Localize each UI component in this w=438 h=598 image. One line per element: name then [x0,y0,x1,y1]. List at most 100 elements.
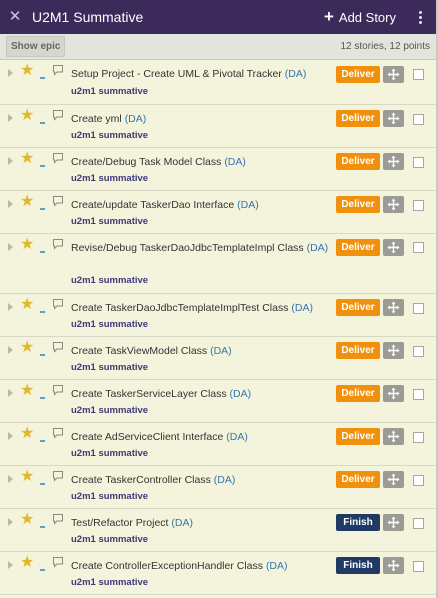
story-owner[interactable]: (DA) [291,302,313,314]
more-menu-icon[interactable] [412,0,428,34]
story-owner[interactable]: (DA) [285,68,307,80]
story-row[interactable]: ★ Create TaskerServiceLayer Class (DA) u2m… [0,380,436,423]
move-icon[interactable] [383,196,404,213]
story-row[interactable]: ★ Create/Debug Task Model Class (DA) u2m1 … [0,148,436,191]
story-title[interactable]: Setup Project - Create UML & Pivotal Tra… [71,66,331,82]
story-owner[interactable]: (DA) [224,156,246,168]
deliver-button[interactable]: Deliver [336,153,380,170]
select-checkbox[interactable] [413,389,424,400]
story-title[interactable]: Create TaskerServiceLayer Class (DA) [71,386,331,402]
expand-arrow-icon[interactable] [8,432,13,440]
story-label[interactable]: u2m1 summative [71,216,148,227]
story-owner[interactable]: (DA) [230,388,252,400]
expand-arrow-icon[interactable] [8,200,13,208]
expand-arrow-icon[interactable] [8,243,13,251]
story-row[interactable]: ★ Create yml (DA) u2m1 summative Deliver [0,105,436,148]
story-title[interactable]: Create ControllerExceptionHandler Class … [71,558,331,574]
story-label[interactable]: u2m1 summative [71,319,148,330]
expand-arrow-icon[interactable] [8,389,13,397]
deliver-button[interactable]: Deliver [336,196,380,213]
expand-arrow-icon[interactable] [8,346,13,354]
story-row[interactable]: ★ Create TaskerController Class (DA) u2m1 … [0,466,436,509]
select-checkbox[interactable] [413,69,424,80]
deliver-button[interactable]: Deliver [336,66,380,83]
select-checkbox[interactable] [413,518,424,529]
story-row[interactable]: ★ Create/update TaskerDao Interface (DA) u… [0,191,436,234]
select-checkbox[interactable] [413,432,424,443]
story-row[interactable]: ★ Setup Project - Create UML & Pivotal Tr… [0,60,436,105]
story-title[interactable]: Create TaskerController Class (DA) [71,472,331,488]
story-owner[interactable]: (DA) [210,345,232,357]
move-icon[interactable] [383,342,404,359]
expand-arrow-icon[interactable] [8,475,13,483]
story-label[interactable]: u2m1 summative [71,534,148,545]
story-title[interactable]: Create/Debug Task Model Class (DA) [71,154,331,170]
select-checkbox[interactable] [413,346,424,357]
story-label[interactable]: u2m1 summative [71,362,148,373]
story-title[interactable]: Create TaskViewModel Class (DA) [71,343,331,359]
deliver-button[interactable]: Deliver [336,110,380,127]
expand-arrow-icon[interactable] [8,518,13,526]
story-label[interactable]: u2m1 summative [71,86,148,97]
finish-button[interactable]: Finish [336,557,380,574]
move-icon[interactable] [383,428,404,445]
story-label[interactable]: u2m1 summative [71,577,148,588]
expand-arrow-icon[interactable] [8,69,13,77]
story-label[interactable]: u2m1 summative [71,130,148,141]
move-icon[interactable] [383,514,404,531]
move-icon[interactable] [383,471,404,488]
select-checkbox[interactable] [413,157,424,168]
story-owner[interactable]: (DA) [226,431,248,443]
story-title[interactable]: Test/Refactor Project (DA) [71,515,331,531]
select-checkbox[interactable] [413,200,424,211]
deliver-button[interactable]: Deliver [336,239,380,256]
story-label[interactable]: u2m1 summative [71,491,148,502]
story-label[interactable]: u2m1 summative [71,275,148,286]
expand-arrow-icon[interactable] [8,561,13,569]
story-label[interactable]: u2m1 summative [71,448,148,459]
add-story-button[interactable]: + Add Story [324,0,396,34]
move-icon[interactable] [383,239,404,256]
deliver-button[interactable]: Deliver [336,471,380,488]
select-checkbox[interactable] [413,303,424,314]
deliver-button[interactable]: Deliver [336,342,380,359]
story-title[interactable]: Create TaskerDaoJdbcTemplateImplTest Cla… [71,300,331,316]
story-row[interactable]: ★ Create AdServiceClient Interface (DA) u2… [0,423,436,466]
story-row[interactable]: ★ Test/Refactor Project (DA) u2m1 summativ… [0,509,436,552]
expand-arrow-icon[interactable] [8,114,13,122]
deliver-button[interactable]: Deliver [336,428,380,445]
story-row[interactable]: ★ Create TaskerDaoJdbcTemplateImplTest Cl… [0,294,436,337]
story-owner[interactable]: (DA) [171,517,193,529]
deliver-button[interactable]: Deliver [336,385,380,402]
story-title[interactable]: Revise/Debug TaskerDaoJdbcTemplateImpl C… [71,240,331,256]
close-icon[interactable]: ✕ [0,0,30,34]
move-icon[interactable] [383,110,404,127]
story-row[interactable]: ★ Create ControllerExceptionHandler Class… [0,552,436,595]
expand-arrow-icon[interactable] [8,303,13,311]
deliver-button[interactable]: Deliver [336,299,380,316]
move-icon[interactable] [383,66,404,83]
select-checkbox[interactable] [413,475,424,486]
move-icon[interactable] [383,557,404,574]
story-row[interactable]: ★ Create TaskViewModel Class (DA) u2m1 sum… [0,337,436,380]
select-checkbox[interactable] [413,561,424,572]
expand-arrow-icon[interactable] [8,157,13,165]
story-label[interactable]: u2m1 summative [71,405,148,416]
show-epic-button[interactable]: Show epic [6,36,66,57]
move-icon[interactable] [383,299,404,316]
story-title[interactable]: Create/update TaskerDao Interface (DA) [71,197,331,213]
select-checkbox[interactable] [413,114,424,125]
story-owner[interactable]: (DA) [214,474,236,486]
move-icon[interactable] [383,385,404,402]
story-owner[interactable]: (DA) [125,113,147,125]
move-icon[interactable] [383,153,404,170]
story-label[interactable]: u2m1 summative [71,173,148,184]
story-row[interactable]: ★ Revise/Debug TaskerDaoJdbcTemplateImpl … [0,234,436,294]
select-checkbox[interactable] [413,242,424,253]
story-owner[interactable]: (DA) [266,560,288,572]
story-title[interactable]: Create yml (DA) [71,111,331,127]
finish-button[interactable]: Finish [336,514,380,531]
story-owner[interactable]: (DA) [307,242,329,254]
story-owner[interactable]: (DA) [237,199,259,211]
story-title[interactable]: Create AdServiceClient Interface (DA) [71,429,331,445]
